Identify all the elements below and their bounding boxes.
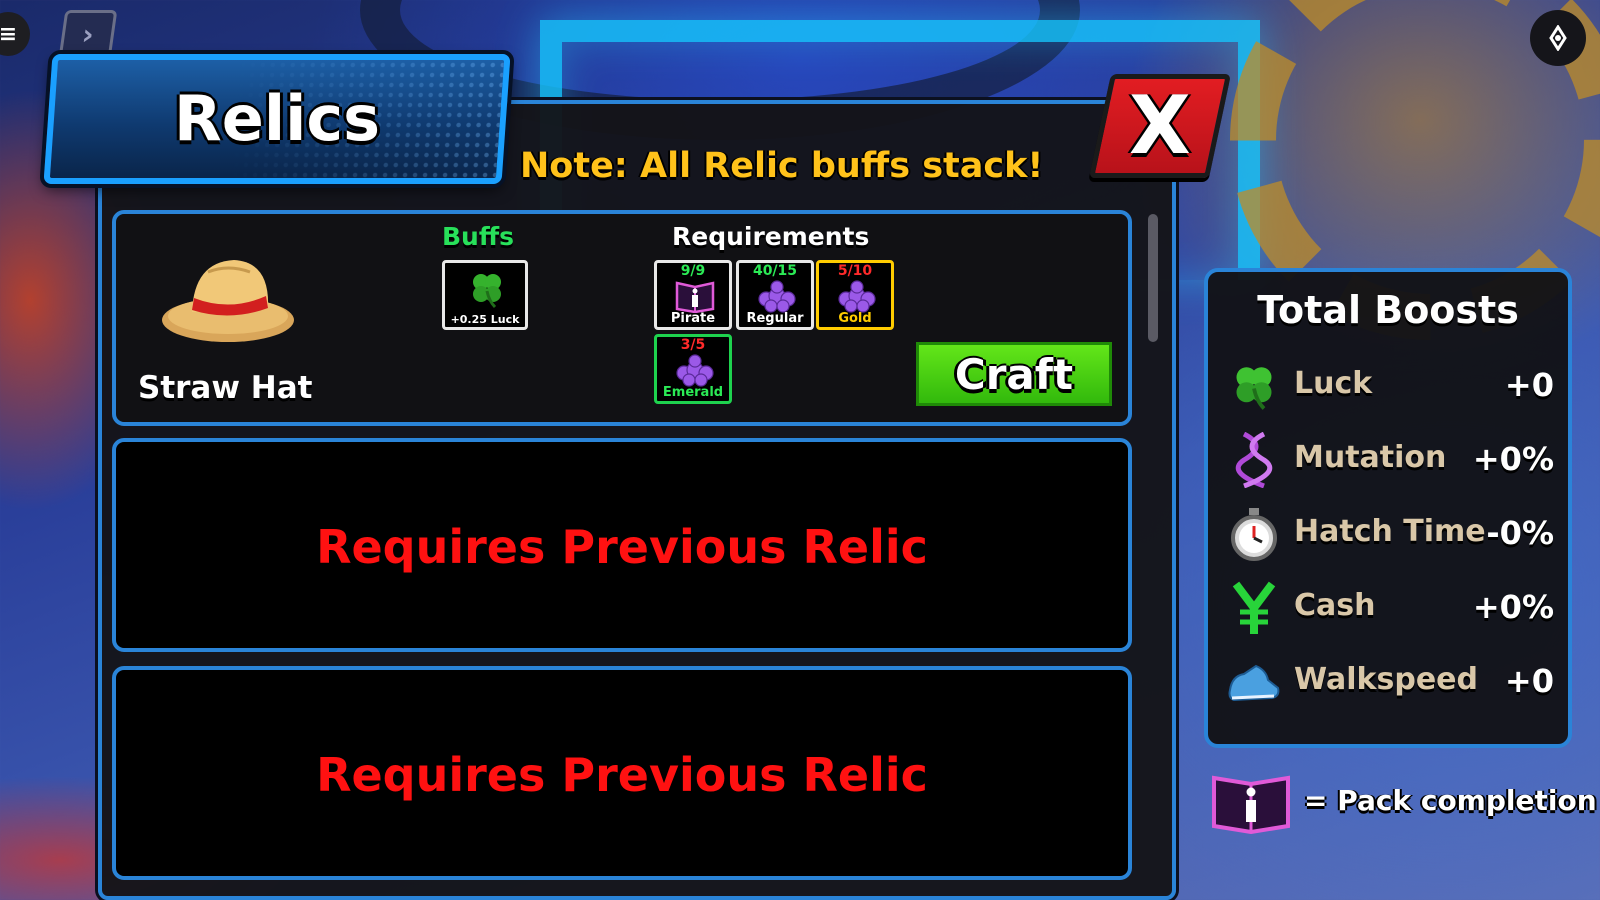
stopwatch-icon bbox=[1226, 506, 1282, 562]
dna-icon bbox=[1226, 432, 1282, 488]
buff-tile-luck: +0.25 Luck bbox=[442, 260, 528, 330]
title-banner: Relics bbox=[43, 54, 511, 184]
requirement-progress: 9/9 bbox=[680, 263, 706, 279]
requirement-tile-gold: 5/10 Gold bbox=[816, 260, 894, 330]
boost-row-cash: Cash +0% bbox=[1222, 578, 1558, 638]
clover-icon bbox=[1226, 358, 1282, 414]
boost-row-mutation: Mutation +0% bbox=[1222, 430, 1558, 490]
craft-button[interactable]: Craft bbox=[916, 342, 1112, 406]
relic-row-straw-hat: Straw Hat Buffs Requirements +0.25 Luck … bbox=[112, 210, 1132, 426]
locked-message: Requires Previous Relic bbox=[316, 748, 928, 802]
requirement-label: Pirate bbox=[670, 311, 716, 326]
requirement-tile-pirate: 9/9 Pirate bbox=[654, 260, 732, 330]
locked-message: Requires Previous Relic bbox=[316, 520, 928, 574]
menu-icon[interactable]: ≡ bbox=[0, 12, 30, 56]
boosts-title: Total Boosts bbox=[1257, 288, 1519, 332]
compass-icon bbox=[1549, 25, 1567, 51]
total-boosts-panel: Total Boosts Luck +0 Mutation +0% Hatch … bbox=[1204, 268, 1572, 748]
boost-row-walkspeed: Walkspeed +0 bbox=[1222, 652, 1558, 712]
page-title: Relics bbox=[174, 82, 381, 155]
boost-row-hatch-time: Hatch Time -0% bbox=[1222, 504, 1558, 564]
legend-text: = Pack completion bbox=[1304, 784, 1597, 817]
requirement-progress: 5/10 bbox=[837, 263, 873, 279]
relic-name: Straw Hat bbox=[138, 370, 313, 406]
requirements-header: Requirements bbox=[672, 222, 870, 251]
straw-hat-icon bbox=[162, 260, 294, 342]
requirement-progress: 3/5 bbox=[680, 337, 706, 353]
requirement-tile-emerald: 3/5 Emerald bbox=[654, 334, 732, 404]
buffs-header: Buffs bbox=[442, 222, 514, 251]
requirement-progress: 40/15 bbox=[752, 263, 798, 279]
close-icon: X bbox=[1129, 79, 1191, 172]
close-button[interactable]: X bbox=[1088, 74, 1232, 178]
requirement-label: Regular bbox=[746, 311, 804, 326]
pack-completion-legend: = Pack completion bbox=[1210, 768, 1597, 838]
boost-value: -0% bbox=[1486, 514, 1554, 552]
back-chevron-icon[interactable]: › bbox=[58, 10, 118, 58]
boost-value: +0 bbox=[1504, 662, 1554, 700]
boost-label: Mutation bbox=[1294, 440, 1447, 475]
relic-row-locked: Requires Previous Relic bbox=[112, 666, 1132, 880]
fruit-icon bbox=[838, 280, 876, 313]
stack-note: Note: All Relic buffs stack! bbox=[520, 146, 1044, 186]
fruit-icon bbox=[758, 280, 796, 313]
compass-button[interactable] bbox=[1530, 10, 1586, 66]
boost-label: Walkspeed bbox=[1294, 662, 1478, 697]
relic-row-locked: Requires Previous Relic bbox=[112, 438, 1132, 652]
fruit-icon bbox=[676, 354, 714, 387]
scrollbar[interactable] bbox=[1148, 214, 1158, 342]
shoe-icon bbox=[1226, 654, 1282, 710]
pack-book-icon bbox=[675, 281, 715, 313]
requirement-tile-regular: 40/15 Regular bbox=[736, 260, 814, 330]
yen-icon bbox=[1226, 580, 1282, 636]
requirement-label: Gold bbox=[838, 311, 872, 326]
boost-label: Hatch Time bbox=[1294, 514, 1486, 549]
requirement-label: Emerald bbox=[662, 385, 724, 400]
boost-value: +0% bbox=[1472, 588, 1554, 626]
clover-icon bbox=[473, 274, 501, 309]
boost-label: Cash bbox=[1294, 588, 1376, 623]
boost-row-luck: Luck +0 bbox=[1222, 356, 1558, 416]
boost-value: +0 bbox=[1504, 366, 1554, 404]
boost-label: Luck bbox=[1294, 366, 1373, 401]
boost-value: +0% bbox=[1472, 440, 1554, 478]
buff-label: +0.25 Luck bbox=[450, 313, 520, 326]
pack-book-icon bbox=[1212, 775, 1290, 834]
